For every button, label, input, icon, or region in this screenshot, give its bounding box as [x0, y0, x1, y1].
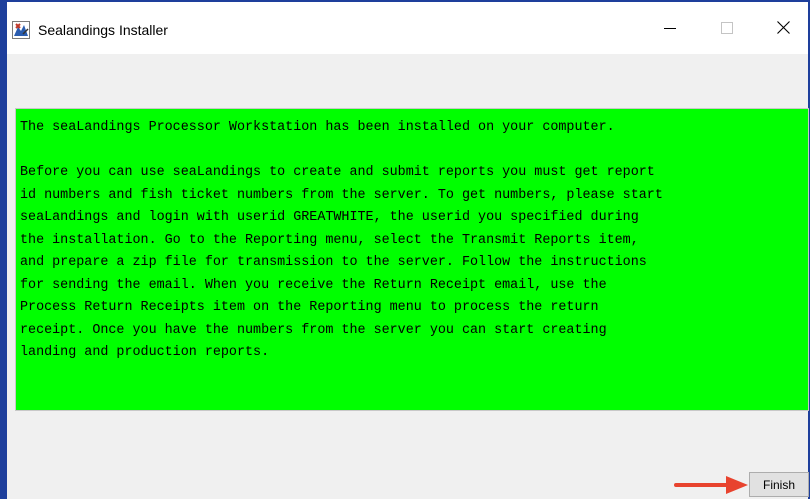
message-line: for sending the email. When you receive … [20, 277, 607, 293]
installer-app-icon [12, 21, 30, 39]
window-client-area: The seaLandings Processor Workstation ha… [7, 54, 809, 499]
maximize-button [704, 2, 750, 54]
finish-button[interactable]: Finish [749, 472, 809, 497]
window-border-left [0, 0, 7, 499]
message-line: Process Return Receipts item on the Repo… [20, 300, 599, 315]
install-message-text: The seaLandings Processor Workstation ha… [20, 117, 808, 365]
message-line: The seaLandings Processor Workstation ha… [20, 120, 615, 135]
installer-window: Sealandings Installer The seaLandings Pr… [0, 0, 810, 499]
message-line: id numbers and fish ticket numbers from … [20, 187, 663, 203]
red-arrow-icon [674, 473, 754, 497]
message-line: seaLandings and login with userid GREATW… [20, 210, 639, 225]
install-message-panel: The seaLandings Processor Workstation ha… [15, 108, 809, 411]
window-title: Sealandings Installer [38, 22, 168, 38]
title-bar[interactable]: Sealandings Installer [7, 2, 808, 54]
close-icon [776, 19, 790, 38]
message-line: landing and production reports. [20, 345, 270, 360]
minimize-icon [664, 19, 676, 38]
close-button[interactable] [760, 2, 806, 54]
minimize-button[interactable] [647, 2, 693, 54]
message-line: Before you can use seaLandings to create… [20, 165, 655, 180]
message-line: and prepare a zip file for transmission … [20, 255, 647, 270]
message-line: the installation. Go to the Reporting me… [20, 232, 639, 248]
maximize-icon [721, 19, 733, 38]
message-line: receipt. Once you have the numbers from … [20, 322, 607, 338]
